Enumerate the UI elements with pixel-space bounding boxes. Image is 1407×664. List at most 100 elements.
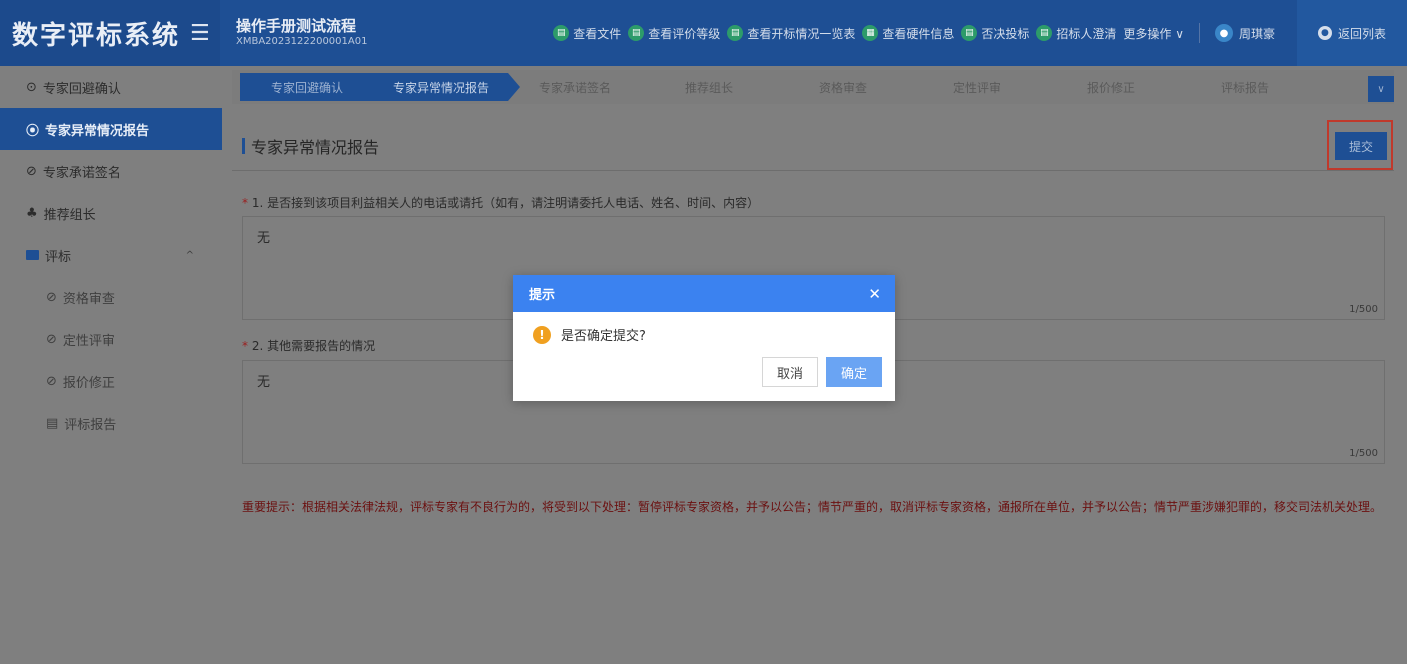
step-qualification[interactable]: 资格审查 — [776, 73, 910, 101]
chevron-down-icon[interactable]: ∨ — [1368, 76, 1394, 102]
action-label: 更多操作 ∨ — [1123, 26, 1184, 41]
hardware-icon: ▦ — [862, 25, 879, 41]
step-avoidance[interactable]: 专家回避确认 — [240, 73, 374, 101]
sidebar-item-label: 推荐组长 — [43, 207, 96, 223]
user-name: 周琪豪 — [1238, 26, 1275, 41]
folder-icon — [26, 250, 39, 260]
step-price-fix[interactable]: 报价修正 — [1044, 73, 1178, 101]
action-label: 招标人澄清 — [1056, 26, 1117, 41]
sidebar-item-label: 专家异常情况报告 — [45, 123, 150, 139]
sidebar-item-label: 专家承诺签名 — [42, 165, 121, 181]
dialog-title: 提示 — [529, 288, 556, 303]
clarify-icon: ▤ — [1036, 25, 1053, 41]
sidebar-group-evaluation[interactable]: 评标 ^ — [0, 234, 222, 276]
disabled-icon: ⊘ — [46, 289, 57, 305]
action-label: 查看开标情况一览表 — [747, 26, 856, 41]
answer-2-counter: 1/500 — [1349, 448, 1378, 459]
user-menu[interactable]: ● 周琪豪 — [1214, 24, 1275, 42]
back-label: 返回列表 — [1337, 26, 1386, 41]
sidebar-item-price-fix[interactable]: ⊘ 报价修正 — [0, 360, 222, 402]
step-qualitative[interactable]: 定性评审 — [910, 73, 1044, 101]
divider — [232, 170, 1394, 171]
file-icon: ▤ — [553, 25, 570, 41]
rating-icon: ▤ — [628, 25, 645, 41]
sidebar-item-avoidance[interactable]: ⊙ 专家回避确认 — [0, 66, 222, 108]
action-label: 查看硬件信息 — [882, 26, 955, 41]
required-mark: * — [242, 196, 252, 210]
step-leader[interactable]: 推荐组长 — [642, 73, 776, 101]
reject-bid-button[interactable]: ▤ 否决投标 — [961, 25, 1029, 42]
dialog-footer: 取消 确定 — [762, 357, 882, 387]
title-accent — [242, 138, 245, 154]
cancel-button[interactable]: 取消 — [762, 357, 818, 387]
sidebar-item-label: 评标 — [45, 249, 72, 265]
header-actions: ▤ 查看文件 ▤ 查看评价等级 ▤ 查看开标情况一览表 ▦ 查看硬件信息 ▤ 否决投标 ▤… — [425, 23, 1283, 43]
sidebar-item-abnormal-report[interactable]: ⦿ 专家异常情况报告 — [0, 108, 222, 150]
question-2: * 2. 其他需要报告的情况 — [242, 337, 375, 354]
back-icon: ● — [1317, 26, 1332, 40]
disabled-icon: ⊘ — [46, 373, 57, 389]
app-title: 数字评标系统 — [12, 20, 181, 51]
close-icon[interactable]: ✕ — [868, 285, 881, 303]
top-header: 数字评标系统 ☰ 操作手册测试流程 XMBA2023122200001A01 ▤… — [0, 0, 1407, 66]
sidebar-item-report[interactable]: ▤ 评标报告 — [0, 402, 222, 444]
sidebar-item-qualitative[interactable]: ⊘ 定性评审 — [0, 318, 222, 360]
sidebar-item-label: 定性评审 — [62, 333, 115, 349]
action-label: 查看文件 — [573, 26, 622, 41]
project-code: XMBA2023122200001A01 — [236, 36, 368, 47]
answer-1-value: 无 — [257, 231, 271, 246]
warning-icon: ! — [533, 325, 551, 344]
sidebar: ⊙ 专家回避确认 ⦿ 专家异常情况报告 ⊘ 专家承诺签名 ♣ 推荐组长 评标 ^ ⊘ 资格审… — [0, 66, 222, 664]
user-icon: ● — [1214, 24, 1233, 42]
step-report[interactable]: 评标报告 — [1178, 73, 1312, 101]
radio-dot-icon: ⦿ — [26, 123, 40, 139]
submit-highlight: 提交 — [1327, 120, 1393, 170]
sidebar-item-qualification[interactable]: ⊘ 资格审查 — [0, 276, 222, 318]
view-file-button[interactable]: ▤ 查看文件 — [553, 25, 621, 42]
question-1-text: 1. 是否接到该项目利益相关人的电话或请托（如有，请注明请委托人电话、姓名、时间… — [251, 196, 760, 210]
page-title: 专家异常情况报告 — [242, 134, 379, 158]
table-icon: ▤ — [727, 25, 744, 41]
view-hardware-button[interactable]: ▦ 查看硬件信息 — [862, 25, 954, 42]
reject-icon: ▤ — [961, 25, 978, 41]
action-label: 查看评价等级 — [648, 26, 721, 41]
sidebar-item-label: 报价修正 — [62, 375, 115, 391]
sidebar-item-label: 资格审查 — [62, 291, 115, 307]
check-circle-icon: ⊙ — [26, 79, 37, 95]
sidebar-item-label: 专家回避确认 — [42, 81, 121, 97]
sidebar-item-leader[interactable]: ♣ 推荐组长 — [0, 192, 222, 234]
dialog-body: ! 是否确定提交? — [513, 312, 895, 344]
more-actions-dropdown[interactable]: 更多操作 ∨ — [1123, 25, 1184, 42]
sidebar-item-label: 评标报告 — [64, 417, 117, 433]
chevron-up-icon: ^ — [185, 249, 194, 261]
project-info: 操作手册测试流程 XMBA2023122200001A01 — [220, 17, 425, 49]
doc-icon: ▤ — [46, 415, 59, 431]
step-commitment[interactable]: 专家承诺签名 — [508, 73, 642, 101]
page-title-text: 专家异常情况报告 — [251, 138, 380, 157]
dialog-header: 提示 ✕ — [513, 275, 895, 312]
view-rating-button[interactable]: ▤ 查看评价等级 — [628, 25, 720, 42]
disabled-icon: ⊘ — [26, 163, 37, 179]
legal-notice: 重要提示：根据相关法律法规，评标专家有不良行为的，将受到以下处理：暂停评标专家资… — [242, 500, 1383, 514]
sidebar-item-commitment[interactable]: ⊘ 专家承诺签名 — [0, 150, 222, 192]
answer-1-counter: 1/500 — [1349, 304, 1378, 315]
confirm-button[interactable]: 确定 — [826, 357, 882, 387]
step-abnormal-report[interactable]: 专家异常情况报告 — [374, 73, 520, 101]
step-bar: 专家回避确认 专家异常情况报告 专家承诺签名 推荐组长 资格审查 定性评审 报价… — [232, 70, 1394, 104]
action-label: 否决投标 — [981, 26, 1030, 41]
menu-icon[interactable]: ☰ — [190, 21, 210, 46]
clarify-button[interactable]: ▤ 招标人澄清 — [1036, 25, 1116, 42]
question-2-text: 2. 其他需要报告的情况 — [251, 339, 376, 353]
question-1: * 1. 是否接到该项目利益相关人的电话或请托（如有，请注明请委托人电话、姓名、… — [242, 194, 759, 211]
view-opening-table-button[interactable]: ▤ 查看开标情况一览表 — [727, 25, 855, 42]
answer-2-value: 无 — [257, 375, 271, 390]
confirm-dialog: 提示 ✕ ! 是否确定提交? 取消 确定 — [513, 275, 895, 401]
people-icon: ♣ — [26, 205, 38, 221]
disabled-icon: ⊘ — [46, 331, 57, 347]
header-divider — [1198, 23, 1200, 43]
dialog-message: 是否确定提交? — [561, 329, 646, 344]
project-name: 操作手册测试流程 — [236, 17, 357, 35]
submit-button[interactable]: 提交 — [1335, 132, 1387, 160]
back-to-list-button[interactable]: ● 返回列表 — [1297, 0, 1407, 66]
app-brand: 数字评标系统 ☰ — [0, 0, 220, 66]
